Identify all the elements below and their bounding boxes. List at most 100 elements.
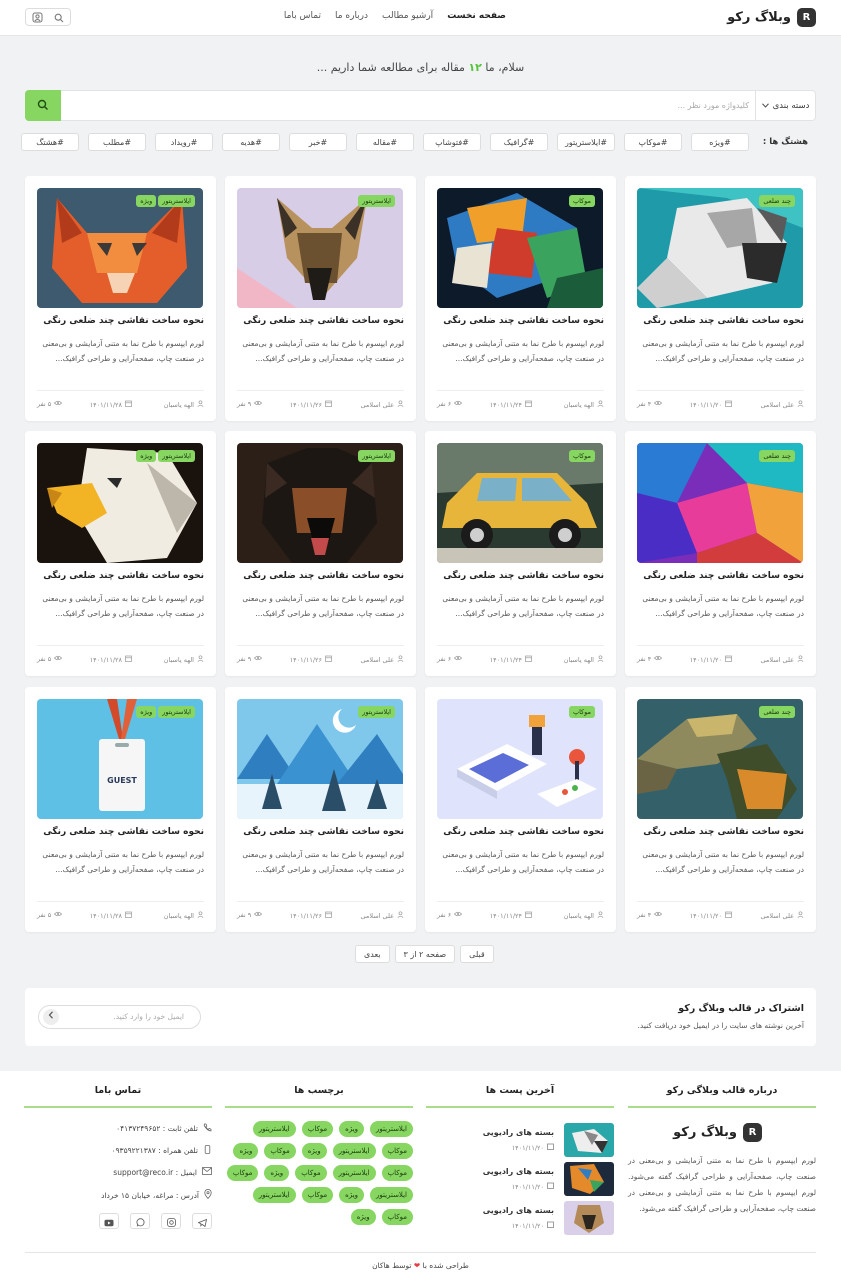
post-card[interactable]: ایلاستریتور نحوه ساخت نقاشی چند ضلعی رنگ… xyxy=(225,431,416,676)
next-page-button[interactable]: بعدی xyxy=(355,945,390,963)
search-button[interactable] xyxy=(25,90,61,121)
post-author[interactable]: الهه یاسبان xyxy=(164,911,204,920)
post-title[interactable]: نحوه ساخت نقاشی چند ضلعی رنگی xyxy=(637,571,804,581)
category-badge[interactable]: موکاپ xyxy=(568,195,595,207)
category-badge[interactable]: ویژه xyxy=(136,706,157,718)
hashtag[interactable]: #ایلاستریتور xyxy=(557,133,615,151)
post-image[interactable]: چند ضلعی xyxy=(637,443,803,563)
hashtag[interactable]: #هدیه xyxy=(222,133,280,151)
latest-post[interactable]: بسته های رادیویی ۱۴۰۱/۱۱/۲۰ xyxy=(426,1162,614,1196)
footer-tag[interactable]: ویژه xyxy=(339,1187,365,1203)
footer-logo[interactable]: R وبلاگ رکو xyxy=(673,1123,762,1142)
post-card[interactable]: چند ضلعی نحوه ساخت نقاشی چند ضلعی رنگی ل… xyxy=(625,687,816,932)
footer-tag[interactable]: موکاپ xyxy=(381,1209,413,1225)
telegram-link[interactable] xyxy=(192,1213,212,1229)
hashtag[interactable]: #رویداد xyxy=(155,133,213,151)
footer-tag[interactable]: موکاپ xyxy=(381,1143,413,1159)
post-card[interactable]: موکاپ نحوه ساخت نقاشی چند ضلعی رنگی لورم… xyxy=(425,176,616,421)
latest-post[interactable]: بسته های رادیویی ۱۴۰۱/۱۱/۲۰ xyxy=(426,1123,614,1157)
post-title[interactable]: نحوه ساخت نقاشی چند ضلعی رنگی xyxy=(237,827,404,837)
post-title[interactable]: نحوه ساخت نقاشی چند ضلعی رنگی xyxy=(37,571,204,581)
category-badge[interactable]: چند ضلعی xyxy=(759,706,795,718)
footer-tag[interactable]: ایلاستریتور xyxy=(332,1165,376,1181)
post-title[interactable]: نحوه ساخت نقاشی چند ضلعی رنگی xyxy=(437,827,604,837)
footer-tag[interactable]: ویژه xyxy=(301,1143,327,1159)
category-badge[interactable]: ایلاستریتور xyxy=(158,706,195,718)
category-badge[interactable]: ویژه xyxy=(136,195,157,207)
post-title[interactable]: نحوه ساخت نقاشی چند ضلعی رنگی xyxy=(437,571,604,581)
youtube-link[interactable] xyxy=(99,1213,119,1229)
post-image[interactable]: چند ضلعی xyxy=(637,699,803,819)
footer-tag[interactable]: موکاپ xyxy=(381,1165,413,1181)
category-badge[interactable]: ویژه xyxy=(136,450,157,462)
footer-tag[interactable]: موکاپ xyxy=(301,1187,334,1203)
post-author[interactable]: الهه یاسبان xyxy=(164,400,204,409)
footer-tag[interactable]: ویژه xyxy=(339,1121,365,1137)
footer-tag[interactable]: موکاپ xyxy=(226,1165,259,1181)
instagram-link[interactable] xyxy=(161,1213,181,1229)
post-title[interactable]: نحوه ساخت نقاشی چند ضلعی رنگی xyxy=(637,316,804,326)
category-badge[interactable]: موکاپ xyxy=(568,706,595,718)
category-badge[interactable]: چند ضلعی xyxy=(759,450,795,462)
post-author[interactable]: الهه یاسبان xyxy=(564,655,604,664)
footer-tag[interactable]: ویژه xyxy=(233,1143,259,1159)
post-image[interactable]: موکاپ xyxy=(437,443,603,563)
post-title[interactable]: نحوه ساخت نقاشی چند ضلعی رنگی xyxy=(37,827,204,837)
post-image[interactable]: ایلاستریتور xyxy=(237,699,403,819)
hashtag[interactable]: #خبر xyxy=(289,133,347,151)
post-image[interactable]: موکاپ xyxy=(437,188,603,308)
post-card[interactable]: موکاپ نحوه ساخت نقاشی چند ضلعی رنگی لورم… xyxy=(425,431,616,676)
latest-post[interactable]: بسته های رادیویی ۱۴۰۱/۱۱/۲۰ xyxy=(426,1201,614,1235)
post-author[interactable]: علی اسلامی xyxy=(760,400,804,409)
hashtag[interactable]: #موکاپ xyxy=(624,133,682,151)
hashtag[interactable]: #ویژه xyxy=(691,133,749,151)
hashtag[interactable]: #فتوشاپ xyxy=(423,133,481,151)
post-author[interactable]: الهه یاسبان xyxy=(164,655,204,664)
post-title[interactable]: نحوه ساخت نقاشی چند ضلعی رنگی xyxy=(37,316,204,326)
post-card[interactable]: موکاپ نحوه ساخت نقاشی چند ضلعی رنگی لورم… xyxy=(425,687,616,932)
hashtag[interactable]: #مقاله xyxy=(356,133,414,151)
post-author[interactable]: علی اسلامی xyxy=(360,400,404,409)
post-image[interactable]: ایلاستریتور ویژه xyxy=(37,188,203,308)
footer-tag[interactable]: ایلاستریتور xyxy=(252,1187,296,1203)
post-author[interactable]: علی اسلامی xyxy=(360,911,404,920)
subscribe-button[interactable] xyxy=(43,1009,59,1025)
post-title[interactable]: نحوه ساخت نقاشی چند ضلعی رنگی xyxy=(237,316,404,326)
whatsapp-link[interactable] xyxy=(130,1213,150,1229)
post-author[interactable]: الهه یاسبان xyxy=(564,911,604,920)
post-image[interactable]: موکاپ xyxy=(437,699,603,819)
post-title[interactable]: نحوه ساخت نقاشی چند ضلعی رنگی xyxy=(237,571,404,581)
post-author[interactable]: علی اسلامی xyxy=(760,911,804,920)
category-badge[interactable]: ایلاستریتور xyxy=(358,195,395,207)
hashtag[interactable]: #گرافیک xyxy=(490,133,548,151)
category-badge[interactable]: ایلاستریتور xyxy=(358,450,395,462)
post-card[interactable]: GUEST ایلاستریتور ویژه نحوه ساخت نقاشی چن… xyxy=(25,687,216,932)
site-logo[interactable]: R وبلاگ رکو xyxy=(727,8,816,27)
footer-tag[interactable]: ویژه xyxy=(264,1165,290,1181)
post-card[interactable]: چند ضلعی نحوه ساخت نقاشی چند ضلعی رنگی ل… xyxy=(625,431,816,676)
search-input[interactable]: کلیدواژه مورد نظر ... xyxy=(677,91,749,120)
footer-tag[interactable]: ایلاستریتور xyxy=(370,1187,413,1203)
post-title[interactable]: نحوه ساخت نقاشی چند ضلعی رنگی xyxy=(437,316,604,326)
post-card[interactable]: ایلاستریتور ویژه نحوه ساخت نقاشی چند ضلعی… xyxy=(25,431,216,676)
post-image[interactable]: چند ضلعی xyxy=(637,188,803,308)
prev-page-button[interactable]: قبلی xyxy=(460,945,494,963)
nav-about[interactable]: درباره ما xyxy=(335,11,368,21)
post-card[interactable]: چند ضلعی نحوه ساخت نقاشی چند ضلعی رنگی ل… xyxy=(625,176,816,421)
hashtag[interactable]: #مطلب xyxy=(88,133,146,151)
category-badge[interactable]: ایلاستریتور xyxy=(158,195,195,207)
nav-home[interactable]: صفحه نخست xyxy=(447,11,506,21)
footer-tag[interactable]: موکاپ xyxy=(295,1165,327,1181)
category-select[interactable]: دسته بندی xyxy=(755,91,815,120)
post-image[interactable]: ایلاستریتور xyxy=(237,443,403,563)
search-icon[interactable] xyxy=(54,8,64,27)
post-image[interactable]: ایلاستریتور ویژه xyxy=(37,443,203,563)
post-title[interactable]: نحوه ساخت نقاشی چند ضلعی رنگی xyxy=(637,827,804,837)
category-badge[interactable]: ایلاستریتور xyxy=(158,450,195,462)
post-image[interactable]: GUEST ایلاستریتور ویژه xyxy=(37,699,203,819)
footer-tag[interactable]: موکاپ xyxy=(264,1143,296,1159)
footer-tag[interactable]: ایلاستریتور xyxy=(370,1121,413,1137)
footer-tag[interactable]: ویژه xyxy=(350,1209,376,1225)
post-author[interactable]: علی اسلامی xyxy=(360,655,404,664)
contact-email[interactable]: ایمیل : support@reco.ir xyxy=(113,1167,212,1177)
